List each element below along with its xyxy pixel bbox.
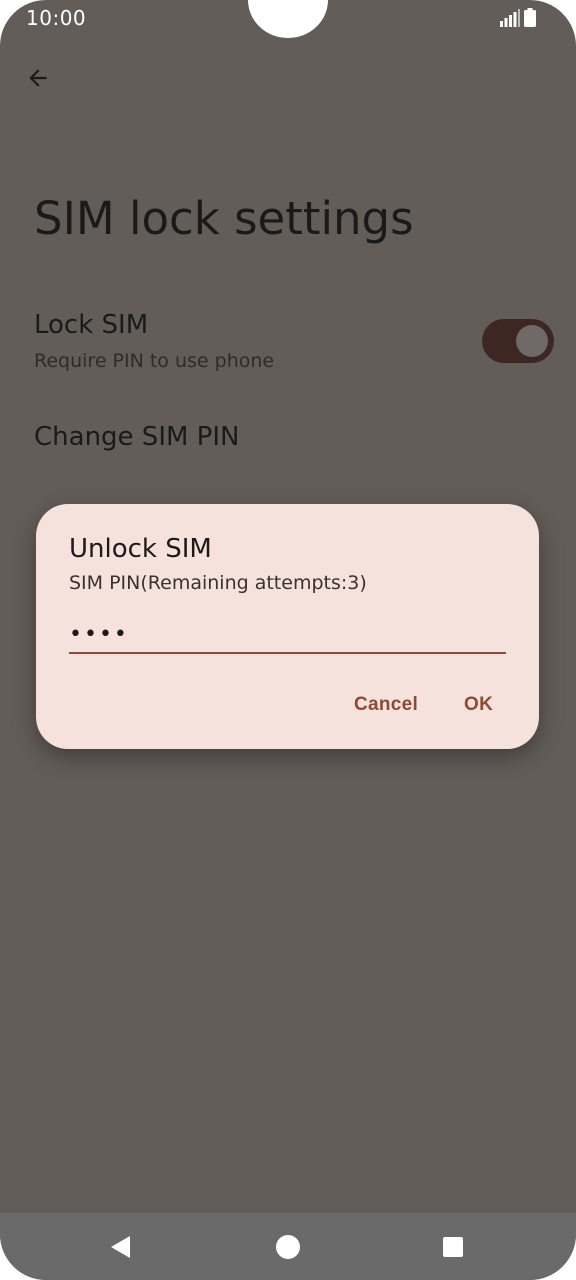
navigation-bar (0, 1213, 576, 1280)
lock-sim-title: Lock SIM (34, 310, 149, 340)
status-icons (500, 8, 536, 27)
arrow-back-icon (29, 69, 47, 87)
unlock-sim-dialog: Unlock SIM SIM PIN(Remaining attempts:3)… (36, 504, 539, 749)
change-sim-pin-setting[interactable]: Change SIM PIN (34, 422, 239, 452)
toggle-thumb (516, 325, 548, 357)
ok-button[interactable]: OK (458, 690, 499, 720)
sim-pin-input[interactable]: •••• (69, 616, 506, 654)
nav-back-icon (111, 1236, 130, 1258)
nav-recents-button[interactable] (436, 1230, 470, 1264)
nav-recents-icon (443, 1237, 463, 1257)
nav-home-button[interactable] (271, 1230, 305, 1264)
battery-icon (524, 8, 536, 27)
lock-sim-setting[interactable]: Lock SIM Require PIN to use phone (0, 300, 576, 390)
back-button[interactable] (18, 58, 58, 98)
dialog-title: Unlock SIM (69, 534, 212, 564)
status-time: 10:00 (26, 6, 87, 30)
nav-back-button[interactable] (104, 1230, 138, 1264)
lock-sim-summary: Require PIN to use phone (34, 350, 275, 372)
cancel-button[interactable]: Cancel (348, 690, 424, 720)
lock-sim-toggle[interactable] (482, 319, 554, 363)
dialog-subtitle: SIM PIN(Remaining attempts:3) (69, 572, 367, 594)
signal-icon (500, 9, 520, 27)
nav-home-icon (276, 1235, 300, 1259)
phone-screen: 10:00 SIM lock settings Lock SIM Require… (0, 0, 576, 1280)
page-title: SIM lock settings (34, 192, 414, 245)
